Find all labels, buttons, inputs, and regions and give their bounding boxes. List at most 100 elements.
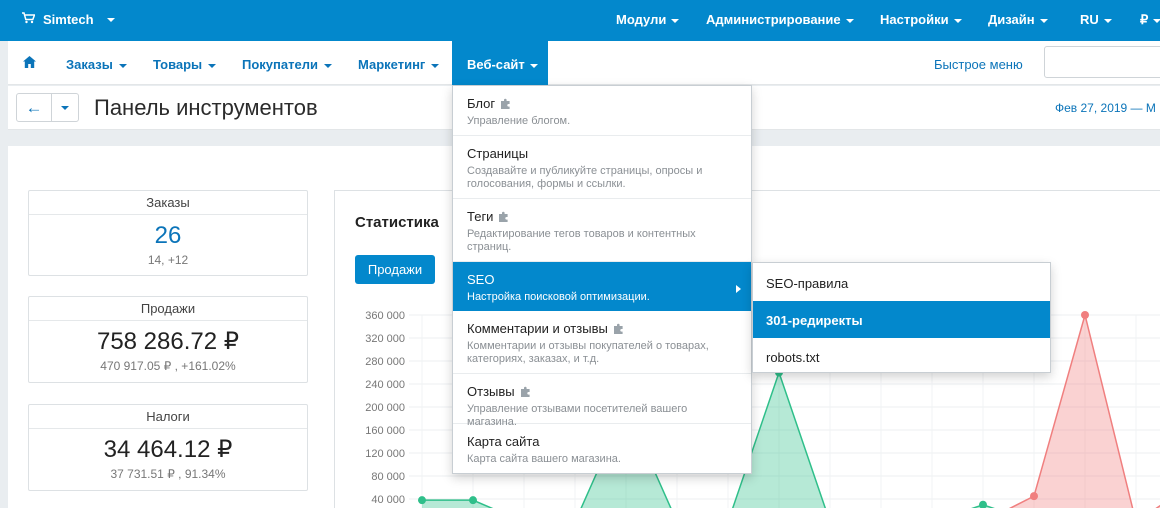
- statistics-title: Статистика: [355, 214, 439, 231]
- nav-label: Веб-сайт: [467, 57, 525, 72]
- nav-label: Маркетинг: [358, 57, 426, 72]
- cart-icon: [22, 12, 36, 27]
- nav-marketing[interactable]: Маркетинг: [358, 57, 440, 72]
- orders-card[interactable]: Заказы 26 14, +12: [28, 190, 308, 276]
- date-range-picker[interactable]: Фев 27, 2019 — М: [1055, 101, 1156, 115]
- dropdown-item-title-text: Теги: [467, 209, 494, 224]
- menu-settings[interactable]: Настройки: [880, 12, 962, 27]
- nav-website[interactable]: Веб-сайт: [452, 41, 548, 85]
- taxes-card[interactable]: Налоги 34 464.12 ₽ 37 731.51 ₽ , 91.34%: [28, 404, 308, 491]
- card-label: Налоги: [29, 405, 307, 429]
- card-subvalue: 14, +12: [147, 253, 189, 267]
- dropdown-item-description: Карта сайта вашего магазина.: [467, 453, 621, 465]
- dropdown-item-title: Теги: [467, 209, 737, 224]
- dropdown-item-description: Редактирование тегов товаров и контентны…: [467, 228, 696, 253]
- sales-tab-button[interactable]: Продажи: [355, 255, 435, 284]
- menu-language[interactable]: RU: [1080, 12, 1112, 27]
- data-point[interactable]: [979, 500, 987, 508]
- back-history-dropdown[interactable]: [51, 93, 79, 122]
- nav-products[interactable]: Товары: [153, 57, 217, 72]
- y-tick-label: 80 000: [371, 471, 405, 483]
- chevron-down-icon: [845, 18, 854, 23]
- chevron-down-icon: [529, 63, 538, 68]
- chevron-down-icon: [431, 63, 440, 68]
- menu-label: Настройки: [880, 12, 949, 27]
- chevron-down-icon: [106, 17, 115, 22]
- y-tick-label: 120 000: [365, 448, 405, 460]
- submenu-item-robots-txt[interactable]: robots.txt: [753, 338, 1050, 375]
- y-tick-label: 240 000: [365, 379, 405, 391]
- chevron-down-icon: [1039, 18, 1048, 23]
- website-dropdown-menu: Блог Управление блогом. Страницы Создавайте…: [452, 85, 752, 474]
- menu-currency[interactable]: ₽: [1140, 12, 1160, 28]
- nav-orders[interactable]: Заказы: [66, 57, 127, 72]
- dropdown-item-tags[interactable]: Теги Редактирование тегов товаров и конте…: [453, 199, 751, 262]
- home-icon[interactable]: [23, 56, 36, 71]
- sales-card[interactable]: Продажи 758 286.72 ₽ 470 917.05 ₽ , +161…: [28, 296, 308, 383]
- dropdown-item-title-text: Отзывы: [467, 384, 515, 399]
- chevron-down-icon: [1153, 18, 1160, 23]
- submenu-item-301-redirects[interactable]: 301-редиректы: [753, 301, 1050, 338]
- dropdown-item-comments-reviews[interactable]: Комментарии и отзывы Комментарии и отзывы…: [453, 311, 751, 374]
- back-button[interactable]: ←: [16, 93, 52, 122]
- dropdown-item-title-text: Страницы: [467, 146, 529, 161]
- dropdown-item-title: Комментарии и отзывы: [467, 321, 737, 336]
- chevron-down-icon: [953, 18, 962, 23]
- addon-puzzle-icon: [520, 386, 531, 397]
- dropdown-item-description: Управление блогом.: [467, 115, 571, 127]
- menu-label: Администрирование: [706, 12, 841, 27]
- submenu-item-seo-rules[interactable]: SEO-правила: [753, 264, 1050, 301]
- dropdown-item-title: SEO: [467, 272, 737, 287]
- chevron-right-icon: [736, 285, 741, 293]
- menu-label: Модули: [616, 12, 667, 27]
- dropdown-item-title-text: SEO: [467, 272, 495, 287]
- y-tick-label: 320 000: [365, 333, 405, 345]
- card-label: Заказы: [29, 191, 307, 215]
- chevron-down-icon: [208, 63, 217, 68]
- store-selector[interactable]: Simtech: [22, 12, 115, 27]
- y-tick-label: 40 000: [371, 494, 405, 506]
- data-point[interactable]: [1081, 311, 1089, 319]
- card-value: 758 286.72 ₽: [96, 328, 240, 355]
- arrow-left-icon: ←: [25, 98, 43, 117]
- dropdown-item-sitemap[interactable]: Карта сайта Карта сайта вашего магазина.: [453, 424, 751, 474]
- dropdown-item-title-text: Блог: [467, 96, 496, 111]
- dropdown-item-title-text: Комментарии и отзывы: [467, 321, 608, 336]
- chevron-down-icon: [323, 63, 332, 68]
- dropdown-item-reviews[interactable]: Отзывы Управление отзывами посетителей ва…: [453, 374, 751, 428]
- nav-label: Заказы: [66, 57, 113, 72]
- nav-label: Покупатели: [242, 57, 318, 72]
- dropdown-item-title-text: Карта сайта: [467, 434, 540, 449]
- addon-puzzle-icon: [500, 98, 511, 109]
- addon-puzzle-icon: [498, 211, 509, 222]
- main-nav: Заказы Товары Покупатели Маркетинг Веб-с…: [8, 41, 1160, 85]
- y-tick-label: 360 000: [365, 310, 405, 322]
- chevron-down-icon: [61, 106, 69, 110]
- card-value: 26: [154, 222, 182, 249]
- menu-label: RU: [1080, 12, 1099, 27]
- data-point[interactable]: [418, 496, 426, 505]
- data-point[interactable]: [469, 496, 477, 505]
- seo-submenu: SEO-правила 301-редиректы robots.txt: [752, 262, 1051, 373]
- dropdown-item-seo[interactable]: SEO Настройка поисковой оптимизации.: [453, 262, 751, 311]
- page-title: Панель инструментов: [94, 95, 318, 120]
- store-name: Simtech: [43, 12, 94, 27]
- y-tick-label: 280 000: [365, 356, 405, 368]
- menu-modules[interactable]: Модули: [616, 12, 680, 27]
- quick-menu-link[interactable]: Быстрое меню: [934, 57, 1023, 72]
- dropdown-item-title: Отзывы: [467, 384, 737, 399]
- dropdown-item-title: Блог: [467, 96, 737, 111]
- data-point[interactable]: [1030, 492, 1038, 501]
- dropdown-item-pages[interactable]: Страницы Создавайте и публикуйте страницы…: [453, 136, 751, 199]
- menu-administration[interactable]: Администрирование: [706, 12, 854, 27]
- nav-customers[interactable]: Покупатели: [242, 57, 332, 72]
- card-subvalue: 470 917.05 ₽ , +161.02%: [100, 359, 236, 373]
- card-value: 34 464.12 ₽: [103, 436, 233, 463]
- chevron-down-icon: [671, 18, 680, 23]
- menu-label: Дизайн: [988, 12, 1035, 27]
- menu-design[interactable]: Дизайн: [988, 12, 1048, 27]
- card-label: Продажи: [29, 297, 307, 321]
- addon-puzzle-icon: [613, 323, 624, 334]
- search-input[interactable]: [1044, 46, 1160, 78]
- dropdown-item-blog[interactable]: Блог Управление блогом.: [453, 86, 751, 136]
